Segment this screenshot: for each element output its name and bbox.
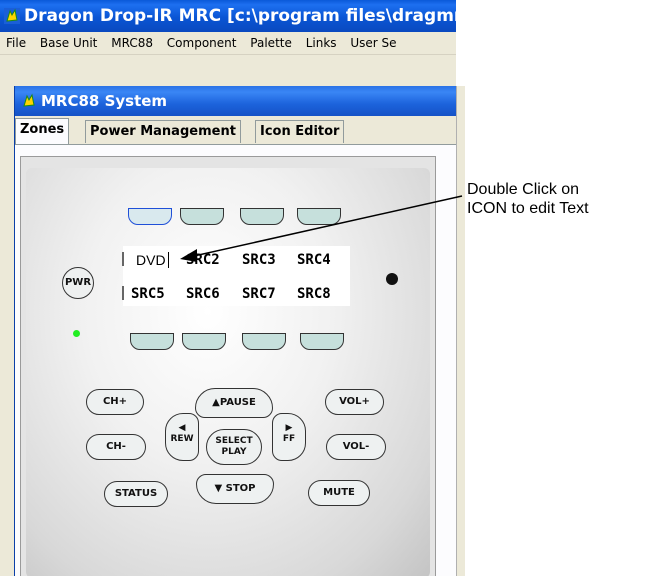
rewind-button[interactable]: ◀ REW — [165, 413, 199, 461]
source-key-1[interactable] — [128, 208, 172, 225]
source-label[interactable]: SRC5 — [131, 286, 165, 302]
volume-down-button[interactable]: VOL- — [326, 434, 386, 460]
remote-control-body — [26, 168, 430, 576]
dragon-app-icon — [23, 93, 35, 107]
source-label[interactable]: SRC2 — [186, 252, 220, 268]
menu-user-settings[interactable]: User Se — [350, 36, 396, 50]
source-key-8[interactable] — [300, 333, 344, 350]
ir-sensor — [386, 273, 398, 285]
play-label: PLAY — [221, 447, 247, 457]
channel-up-button[interactable]: CH+ — [86, 389, 144, 415]
menu-component[interactable]: Component — [167, 36, 237, 50]
channel-down-button[interactable]: CH- — [86, 434, 146, 460]
source-label[interactable]: SRC8 — [297, 286, 331, 302]
display-divider — [122, 252, 124, 266]
stop-button[interactable]: ▼ STOP — [196, 474, 274, 504]
rewind-label: REW — [170, 434, 194, 444]
volume-up-button[interactable]: VOL+ — [325, 389, 384, 415]
menu-bar: File Base Unit MRC88 Component Palette L… — [0, 32, 456, 55]
tab-strip: Zones Power Management Icon Editor — [15, 118, 456, 144]
fast-forward-label: FF — [282, 434, 296, 444]
menu-links[interactable]: Links — [306, 36, 337, 50]
source-label[interactable]: SRC6 — [186, 286, 220, 302]
menu-base-unit[interactable]: Base Unit — [40, 36, 97, 50]
tab-power-management[interactable]: Power Management — [85, 120, 241, 143]
status-button[interactable]: STATUS — [104, 481, 168, 507]
main-title-bar[interactable]: Dragon Drop-IR MRC [c:\program files\dra… — [0, 0, 456, 32]
main-window: Dragon Drop-IR MRC [c:\program files\dra… — [0, 0, 456, 576]
tab-zones[interactable]: Zones — [15, 118, 70, 144]
source-key-5[interactable] — [130, 333, 174, 350]
source-key-2[interactable] — [180, 208, 224, 225]
rewind-icon: ◀ — [178, 423, 186, 433]
source-label[interactable]: SRC7 — [242, 286, 276, 302]
child-window-title: MRC88 System — [41, 92, 168, 110]
select-label: SELECT — [215, 436, 253, 446]
dragon-app-icon — [4, 8, 20, 24]
select-play-button[interactable]: SELECT PLAY — [206, 429, 262, 465]
tab-icon-editor[interactable]: Icon Editor — [255, 120, 345, 143]
fast-forward-icon: ▶ — [285, 423, 293, 433]
window-edge — [456, 86, 465, 576]
menu-palette[interactable]: Palette — [250, 36, 292, 50]
annotation-text: Double Click on ICON to edit Text — [467, 180, 589, 218]
source-label[interactable]: SRC3 — [242, 252, 276, 268]
power-led — [73, 330, 80, 337]
source-label-edit[interactable]: DVD — [136, 252, 169, 268]
child-title-bar[interactable]: MRC88 System — [15, 86, 456, 116]
source-label[interactable]: SRC4 — [297, 252, 331, 268]
menu-mrc88[interactable]: MRC88 — [111, 36, 153, 50]
mute-button[interactable]: MUTE — [308, 480, 370, 506]
pause-button[interactable]: ▲PAUSE — [195, 388, 273, 418]
window-title: Dragon Drop-IR MRC [c:\program files\dra… — [24, 6, 456, 26]
annotation-line-2: ICON to edit Text — [467, 200, 589, 217]
source-key-7[interactable] — [242, 333, 286, 350]
source-key-4[interactable] — [297, 208, 341, 225]
annotation-line-1: Double Click on — [467, 181, 580, 198]
power-button[interactable]: PWR — [62, 267, 94, 299]
source-key-6[interactable] — [182, 333, 226, 350]
fast-forward-button[interactable]: ▶ FF — [272, 413, 306, 461]
display-divider — [122, 286, 124, 300]
source-key-3[interactable] — [240, 208, 284, 225]
menu-file[interactable]: File — [6, 36, 26, 50]
